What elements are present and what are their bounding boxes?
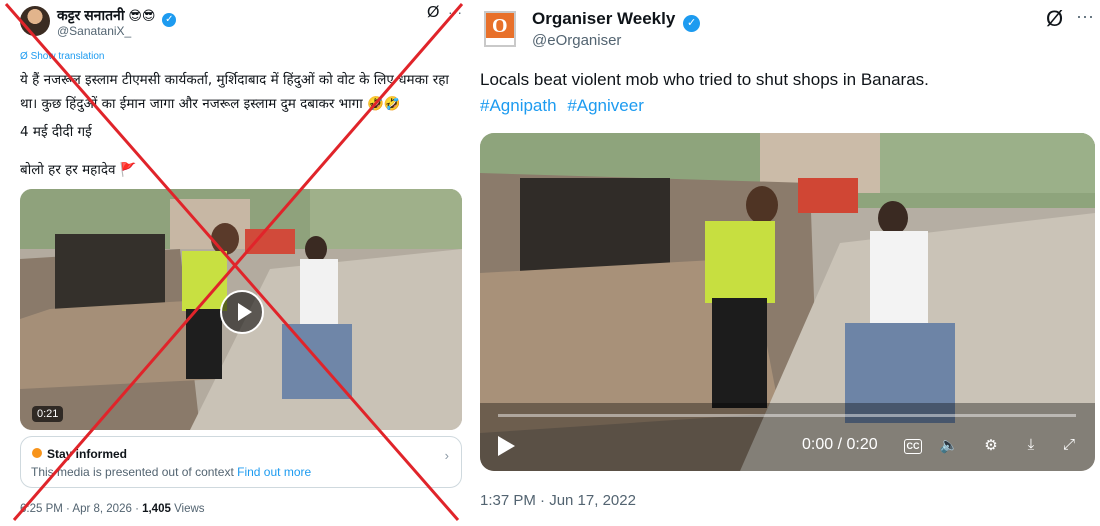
hashtag-agniveer[interactable]: #Agniveer	[567, 96, 644, 115]
flag-icon: 🚩	[119, 162, 137, 178]
more-icon[interactable]: ···	[448, 4, 462, 20]
progress-bar[interactable]	[498, 414, 1076, 417]
views-label: Views	[170, 503, 205, 515]
tweet-timestamp[interactable]: 1:37 PM · Jun 17, 2022	[480, 492, 636, 509]
grok-icon[interactable]: Ø	[427, 4, 439, 22]
info-icon	[32, 448, 42, 458]
volume-icon[interactable]: 🔈	[938, 436, 960, 454]
fullscreen-icon[interactable]: ⤢	[1058, 436, 1080, 453]
organiser-logo[interactable]: O	[484, 11, 516, 47]
tweet-meta: 6:25 PM · Apr 8, 2026 · 1,405 Views	[20, 503, 205, 515]
tweet-paragraph-3: बोलो हर हर महादेव 🚩	[20, 160, 137, 178]
right-tweet: O Organiser Weekly ✓ @eOrganiser Ø ··· L…	[468, 0, 1100, 526]
hashtags: #Agnipath #Agniveer	[480, 96, 650, 116]
minimize-icon[interactable]: ⤓	[1020, 436, 1042, 453]
tweet-text: ये हैं नजरूल इस्लाम टीएमसी कार्यकर्ता, म…	[20, 68, 460, 116]
video-duration: 0:21	[32, 406, 64, 422]
show-translation-label: Show translation	[30, 51, 105, 62]
tweet-paragraph-2: 4 मई दीदी गई	[20, 124, 92, 140]
more-icon[interactable]: ···	[1076, 6, 1094, 27]
settings-icon[interactable]: ⚙	[980, 436, 1002, 454]
notice-body-text: This media is presented out of context	[31, 465, 234, 479]
find-out-more-link[interactable]: Find out more	[237, 465, 311, 479]
tweet-timestamp[interactable]: 6:25 PM · Apr 8, 2026 ·	[20, 503, 142, 515]
author-name-text[interactable]: कट्टर सनातनी	[57, 7, 124, 23]
tweet-text-line-1: ये हैं नजरूल इस्लाम टीएमसी कार्यकर्ता, म…	[20, 72, 449, 88]
author-name[interactable]: Organiser Weekly ✓	[532, 9, 701, 32]
author-handle[interactable]: @eOrganiser	[532, 32, 621, 49]
author-emoji: 😎😎	[128, 8, 156, 23]
video-time: 0:00 / 0:20	[802, 436, 878, 453]
translate-icon: Ø	[20, 51, 31, 62]
author-name-text[interactable]: Organiser Weekly	[532, 9, 675, 28]
captions-button[interactable]: CC	[904, 439, 922, 454]
avatar[interactable]	[20, 6, 50, 36]
play-button[interactable]	[220, 290, 264, 334]
author-handle[interactable]: @SanataniX_	[57, 24, 131, 38]
tweet-paragraph-3-text: बोलो हर हर महादेव	[20, 162, 116, 178]
tweet-text: Locals beat violent mob who tried to shu…	[480, 70, 929, 89]
notice-title: Stay informed	[47, 447, 128, 461]
views-count: 1,405	[142, 503, 171, 515]
grok-icon[interactable]: Ø	[1046, 6, 1063, 32]
video-controls: 0:00 / 0:20 CC 🔈 ⚙ ⤓ ⤢	[480, 410, 1095, 471]
logo-letter: O	[492, 15, 508, 37]
notice-body: This media is presented out of context F…	[31, 465, 311, 479]
left-tweet: कट्टर सनातनी 😎😎 ✓ @SanataniX_ Ø ··· Ø Sh…	[0, 0, 468, 526]
play-icon[interactable]	[498, 436, 515, 456]
verified-icon: ✓	[683, 15, 701, 32]
community-notice[interactable]: Stay informed This media is presented ou…	[20, 436, 462, 488]
chevron-right-icon[interactable]: ›	[445, 448, 449, 463]
verified-icon: ✓	[162, 13, 177, 27]
hashtag-agnipath[interactable]: #Agnipath	[480, 96, 557, 115]
tweet-text-line-2: था। कुछ हिंदुओं का ईमान जागा और नजरूल इस…	[20, 96, 401, 112]
show-translation-link[interactable]: Ø Show translation	[20, 51, 105, 62]
